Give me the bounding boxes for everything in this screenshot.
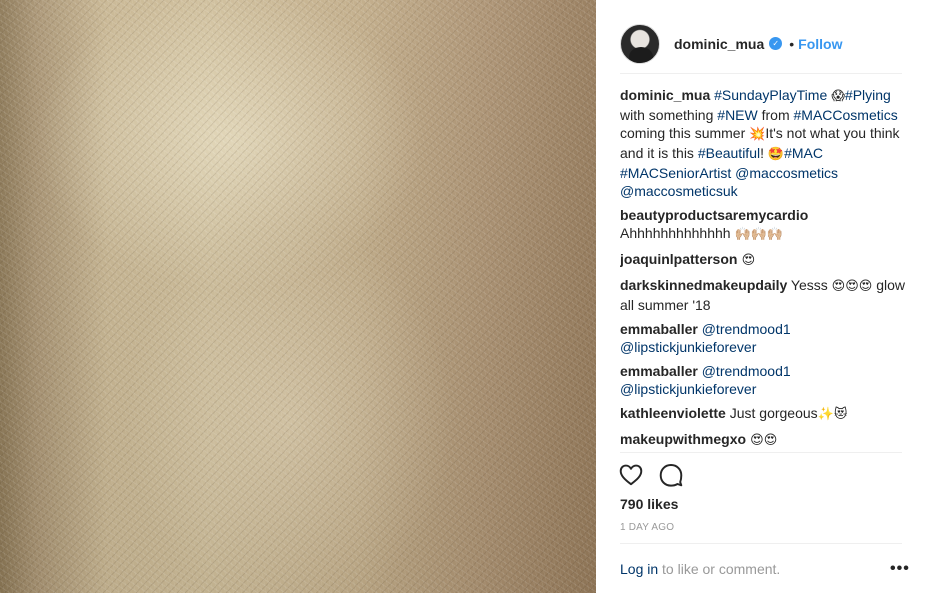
hashtag-link[interactable]: #Plying bbox=[845, 87, 891, 103]
divider bbox=[620, 543, 902, 544]
login-link[interactable]: Log in bbox=[620, 561, 658, 577]
comment-row: emmaballer @trendmood1 @lipstickjunkiefo… bbox=[620, 320, 906, 356]
comment-text: with something bbox=[620, 107, 718, 123]
caption: dominic_mua #SundayPlayTime 😱#Plying wit… bbox=[620, 86, 906, 200]
comment-author[interactable]: beautyproductsaremycardio bbox=[620, 207, 808, 223]
likes-count[interactable]: 790 likes bbox=[620, 496, 678, 512]
divider bbox=[620, 452, 902, 453]
comment-row: makeupwithmegxo 😍😍 bbox=[620, 430, 906, 450]
comment-author[interactable]: makeupwithmegxo bbox=[620, 431, 746, 447]
comment-text: Just gorgeous bbox=[725, 405, 818, 421]
comment-container: beautyproductsaremycardio Ahhhhhhhhhhhhh… bbox=[620, 206, 906, 452]
follow-button[interactable]: Follow bbox=[798, 36, 842, 52]
hashtag-link[interactable]: @maccosmetics bbox=[735, 165, 838, 181]
comment-author[interactable]: joaquinlpatterson bbox=[620, 251, 737, 267]
action-bar bbox=[618, 462, 684, 488]
comment-text: Ahhhhhhhhhhhhh bbox=[620, 225, 735, 241]
login-prompt: Log in to like or comment. bbox=[620, 561, 780, 577]
hashtag-link[interactable]: @lipstickjunkieforever bbox=[620, 381, 756, 397]
emoji: 🤩 bbox=[767, 147, 785, 162]
emoji: 💥 bbox=[749, 127, 766, 142]
caption-author[interactable]: dominic_mua bbox=[620, 87, 710, 103]
comment-author[interactable]: kathleenviolette bbox=[620, 405, 726, 421]
emoji: 😍😍😍 bbox=[831, 279, 873, 294]
comment-text: ! bbox=[760, 145, 768, 161]
emoji: ✨😻 bbox=[817, 407, 848, 422]
hashtag-link[interactable]: #MACSeniorArtist bbox=[620, 165, 731, 181]
hashtag-link[interactable]: #Beautiful bbox=[698, 145, 760, 161]
post-header: dominic_mua ✓ • Follow bbox=[620, 14, 902, 74]
emoji: 😍 bbox=[737, 253, 756, 268]
comment-row: kathleenviolette Just gorgeous✨😻 bbox=[620, 404, 906, 424]
comment-text: Yesss bbox=[787, 277, 832, 293]
emoji: 😱 bbox=[827, 89, 845, 104]
photo-sheen bbox=[0, 0, 596, 593]
hashtag-link[interactable]: @maccosmeticsuk bbox=[620, 183, 738, 199]
comment-row: joaquinlpatterson 😍 bbox=[620, 250, 906, 270]
comment-text: from bbox=[757, 107, 794, 123]
verified-badge-icon: ✓ bbox=[769, 37, 783, 50]
comment-row: beautyproductsaremycardio Ahhhhhhhhhhhhh… bbox=[620, 206, 906, 244]
post-timestamp: 1 DAY AGO bbox=[620, 522, 675, 533]
hashtag-link[interactable]: @trendmood1 bbox=[702, 321, 791, 337]
more-options-icon[interactable]: ••• bbox=[890, 561, 910, 577]
emoji: 😍😍 bbox=[746, 433, 778, 448]
separator-dot: • bbox=[789, 35, 795, 52]
emoji: 🙌🏼🙌🏼🙌🏼 bbox=[734, 227, 784, 242]
comment-row: darkskinnedmakeupdaily Yesss 😍😍😍 glow al… bbox=[620, 276, 906, 314]
comment-text: coming this summer bbox=[620, 125, 750, 141]
comment-row: emmaballer @trendmood1 @lipstickjunkiefo… bbox=[620, 362, 906, 398]
comment-bubble-icon[interactable] bbox=[658, 462, 684, 488]
post-side-panel: dominic_mua ✓ • Follow dominic_mua #Sund… bbox=[596, 0, 927, 593]
hashtag-link[interactable]: #MAC bbox=[784, 145, 823, 161]
comments-list[interactable]: dominic_mua #SundayPlayTime 😱#Plying wit… bbox=[620, 86, 906, 452]
login-prompt-text: to like or comment. bbox=[658, 561, 781, 577]
heart-outline-icon[interactable] bbox=[618, 462, 644, 488]
hashtag-link[interactable]: #NEW bbox=[717, 107, 757, 123]
hashtag-link[interactable]: #SundayPlayTime bbox=[714, 87, 827, 103]
comment-author[interactable]: darkskinnedmakeupdaily bbox=[620, 277, 787, 293]
hashtag-link[interactable]: @trendmood1 bbox=[702, 363, 791, 379]
hashtag-link[interactable]: @lipstickjunkieforever bbox=[620, 339, 756, 355]
hashtag-link[interactable]: #MACCosmetics bbox=[794, 107, 898, 123]
post-photo[interactable] bbox=[0, 0, 596, 593]
comment-author[interactable]: emmaballer bbox=[620, 321, 698, 337]
avatar[interactable] bbox=[620, 23, 660, 64]
comment-author[interactable]: emmaballer bbox=[620, 363, 698, 379]
post-username[interactable]: dominic_mua bbox=[674, 36, 764, 52]
